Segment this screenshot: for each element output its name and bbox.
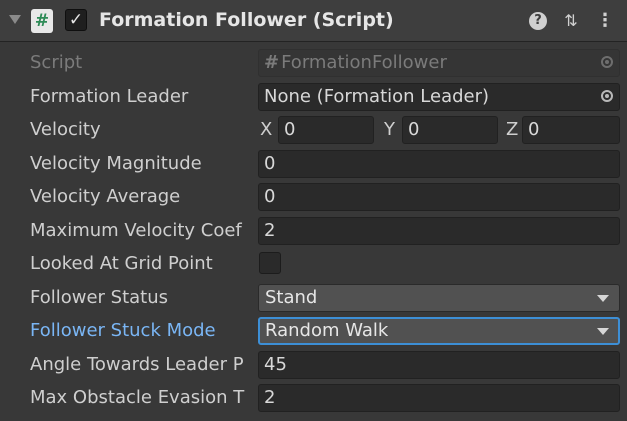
follower-stuck-mode-value: Random Walk [265, 320, 389, 341]
chevron-down-icon [597, 295, 609, 302]
velocity-x-label[interactable]: X [260, 119, 272, 140]
velocity-average-label: Velocity Average [30, 186, 181, 207]
velocity-x-field[interactable]: 0 [278, 116, 374, 144]
velocity-label: Velocity [30, 119, 101, 140]
angle-towards-leader-label: Angle Towards Leader P [30, 354, 244, 375]
velocity-y-field[interactable]: 0 [402, 116, 498, 144]
max-velocity-coef-label: Maximum Velocity Coef [30, 220, 242, 241]
property-row-script: Script # FormationFollower [0, 46, 627, 80]
property-row-velocity-magnitude: Velocity Magnitude 0 [0, 147, 627, 181]
velocity-magnitude-field[interactable]: 0 [258, 150, 620, 178]
formation-leader-label: Formation Leader [30, 86, 189, 107]
follower-stuck-mode-label: Follower Stuck Mode [30, 320, 216, 341]
property-row-looked-at-grid-point: Looked At Grid Point [0, 247, 627, 281]
object-picker-icon[interactable] [601, 90, 613, 102]
looked-at-grid-point-label: Looked At Grid Point [30, 253, 213, 274]
velocity-magnitude-label: Velocity Magnitude [30, 153, 202, 174]
property-row-formation-leader: Formation Leader None (Formation Leader) [0, 80, 627, 114]
presets-icon[interactable]: ⇅ [561, 11, 581, 31]
velocity-y-label[interactable]: Y [384, 119, 395, 140]
follower-status-value: Stand [265, 287, 318, 308]
component-header: # ✓ Formation Follower (Script) ? ⇅ ⋮ [0, 0, 627, 42]
velocity-z-label[interactable]: Z [506, 119, 518, 140]
max-obstacle-evasion-field[interactable]: 2 [258, 384, 620, 412]
script-field: # FormationFollower [258, 49, 620, 77]
property-row-angle-towards-leader: Angle Towards Leader P 45 [0, 348, 627, 382]
foldout-arrow-icon[interactable] [9, 15, 21, 24]
follower-status-dropdown[interactable]: Stand [258, 284, 620, 312]
component-title: Formation Follower (Script) [99, 9, 394, 31]
script-icon: # [31, 9, 53, 33]
follower-status-label: Follower Status [30, 287, 169, 308]
help-icon[interactable]: ? [529, 12, 547, 30]
more-options-icon[interactable]: ⋮ [595, 11, 615, 31]
script-label: Script [30, 52, 83, 73]
property-row-follower-stuck-mode: Follower Stuck Mode Random Walk [0, 314, 627, 348]
property-row-follower-status: Follower Status Stand [0, 281, 627, 315]
max-velocity-coef-field[interactable]: 2 [258, 217, 620, 245]
script-value: FormationFollower [281, 52, 447, 73]
property-row-max-obstacle-evasion: Max Obstacle Evasion T 2 [0, 381, 627, 415]
max-obstacle-evasion-label: Max Obstacle Evasion T [30, 387, 245, 408]
formation-leader-field[interactable]: None (Formation Leader) [258, 83, 620, 111]
object-picker-icon [601, 56, 613, 68]
velocity-z-field[interactable]: 0 [522, 116, 620, 144]
formation-leader-value: None (Formation Leader) [264, 86, 490, 107]
property-row-velocity: Velocity X 0 Y 0 Z 0 [0, 113, 627, 147]
chevron-down-icon [597, 328, 609, 335]
looked-at-grid-point-checkbox[interactable] [259, 252, 281, 274]
velocity-average-field[interactable]: 0 [258, 183, 620, 211]
property-row-max-velocity-coef: Maximum Velocity Coef 2 [0, 214, 627, 248]
component-enabled-checkbox[interactable]: ✓ [65, 9, 87, 31]
follower-stuck-mode-dropdown[interactable]: Random Walk [258, 317, 620, 345]
angle-towards-leader-field[interactable]: 45 [258, 351, 620, 379]
script-file-icon: # [264, 52, 280, 73]
property-row-velocity-average: Velocity Average 0 [0, 180, 627, 214]
